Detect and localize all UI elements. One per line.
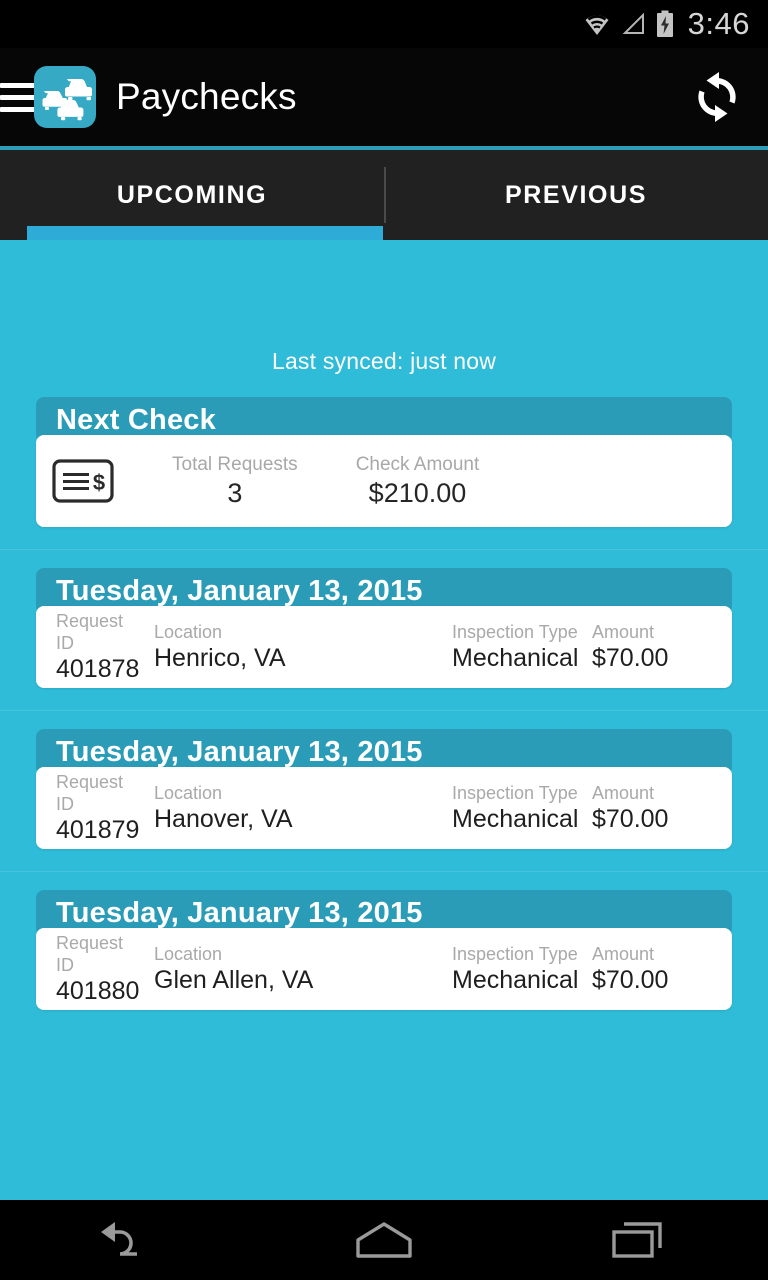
- svg-text:$: $: [93, 470, 105, 495]
- status-bar-time: 3:46: [687, 6, 750, 41]
- amount-label: Amount: [592, 622, 655, 642]
- location-value: Glen Allen, VA: [154, 966, 314, 994]
- check-amount-value: $210.00: [368, 477, 467, 508]
- total-requests-value: 3: [227, 477, 243, 508]
- request-group: Tuesday, January 13, 2015 Request ID 401…: [0, 549, 768, 688]
- inspection-type-value: Mechanical: [452, 805, 579, 833]
- amount-label: Amount: [592, 944, 655, 964]
- amount-field: Amount $70.00: [592, 621, 712, 673]
- inspection-type-value: Mechanical: [452, 966, 579, 994]
- content-area: Last synced: just now Next Check $ Total…: [0, 240, 768, 1200]
- inspection-type-value: Mechanical: [452, 644, 579, 672]
- status-bar: 3:46: [0, 0, 768, 48]
- next-check-card[interactable]: $ Total Requests 3 Check Amount $210.00: [36, 435, 732, 527]
- check-dollar-icon: $: [52, 459, 114, 503]
- location-field: Location Henrico, VA: [154, 621, 452, 673]
- active-tab-indicator: [27, 226, 383, 240]
- request-id-label: Request ID: [56, 611, 124, 653]
- request-id-field: Request ID 401879: [56, 771, 140, 845]
- inspection-type-label: Inspection Type: [452, 944, 578, 964]
- location-value: Hanover, VA: [154, 805, 293, 833]
- location-label: Location: [154, 944, 223, 964]
- cell-signal-icon: [621, 11, 647, 37]
- sync-refresh-icon[interactable]: [686, 66, 748, 128]
- tab-previous[interactable]: PREVIOUS: [384, 150, 768, 240]
- request-card[interactable]: Request ID 401879 Location Hanover, VA I…: [36, 767, 732, 849]
- location-label: Location: [154, 622, 223, 642]
- location-label: Location: [154, 783, 223, 803]
- page-title: Paychecks: [116, 76, 297, 117]
- home-icon[interactable]: [324, 1210, 444, 1270]
- request-id-value: 401878: [56, 655, 140, 683]
- sync-status-text: Last synced: just now: [271, 348, 497, 374]
- total-requests-field: Total Requests 3: [172, 454, 298, 509]
- inspection-type-label: Inspection Type: [452, 622, 578, 642]
- app-screen: 3:46 Paychecks UPCOMING PREVIOUS Last sy…: [0, 0, 768, 1280]
- request-card[interactable]: Request ID 401880 Location Glen Allen, V…: [36, 928, 732, 1010]
- battery-charging-icon: [656, 10, 674, 38]
- request-id-field: Request ID 401880: [56, 932, 140, 1006]
- check-amount-label: Check Amount: [355, 453, 480, 475]
- inspection-type-label: Inspection Type: [452, 783, 578, 803]
- cars-traffic-app-icon[interactable]: [34, 66, 96, 128]
- request-group: Tuesday, January 13, 2015 Request ID 401…: [0, 710, 768, 849]
- recent-apps-icon[interactable]: [580, 1210, 700, 1270]
- amount-field: Amount $70.00: [592, 943, 712, 995]
- next-check-group: Next Check $ Total Requests 3 Check Amou…: [0, 397, 768, 527]
- total-requests-label: Total Requests: [172, 453, 298, 475]
- android-nav-bar: [0, 1200, 768, 1280]
- location-field: Location Glen Allen, VA: [154, 943, 452, 995]
- wifi-icon: [582, 11, 612, 37]
- inspection-type-field: Inspection Type Mechanical: [452, 943, 592, 995]
- request-id-value: 401879: [56, 816, 140, 844]
- amount-value: $70.00: [592, 644, 669, 672]
- inspection-type-field: Inspection Type Mechanical: [452, 782, 592, 834]
- request-group: Tuesday, January 13, 2015 Request ID 401…: [0, 871, 768, 1010]
- location-value: Henrico, VA: [154, 644, 286, 672]
- request-id-field: Request ID 401878: [56, 610, 140, 684]
- request-id-label: Request ID: [56, 772, 124, 814]
- amount-value: $70.00: [592, 966, 669, 994]
- amount-label: Amount: [592, 783, 655, 803]
- request-card[interactable]: Request ID 401878 Location Henrico, VA I…: [36, 606, 732, 688]
- amount-field: Amount $70.00: [592, 782, 712, 834]
- tab-divider: [384, 167, 386, 223]
- check-amount-field: Check Amount $210.00: [356, 454, 480, 509]
- amount-value: $70.00: [592, 805, 669, 833]
- inspection-type-field: Inspection Type Mechanical: [452, 621, 592, 673]
- request-id-label: Request ID: [56, 933, 124, 975]
- location-field: Location Hanover, VA: [154, 782, 452, 834]
- app-bar: Paychecks: [0, 48, 768, 146]
- back-icon[interactable]: [68, 1210, 188, 1270]
- request-id-value: 401880: [56, 977, 140, 1005]
